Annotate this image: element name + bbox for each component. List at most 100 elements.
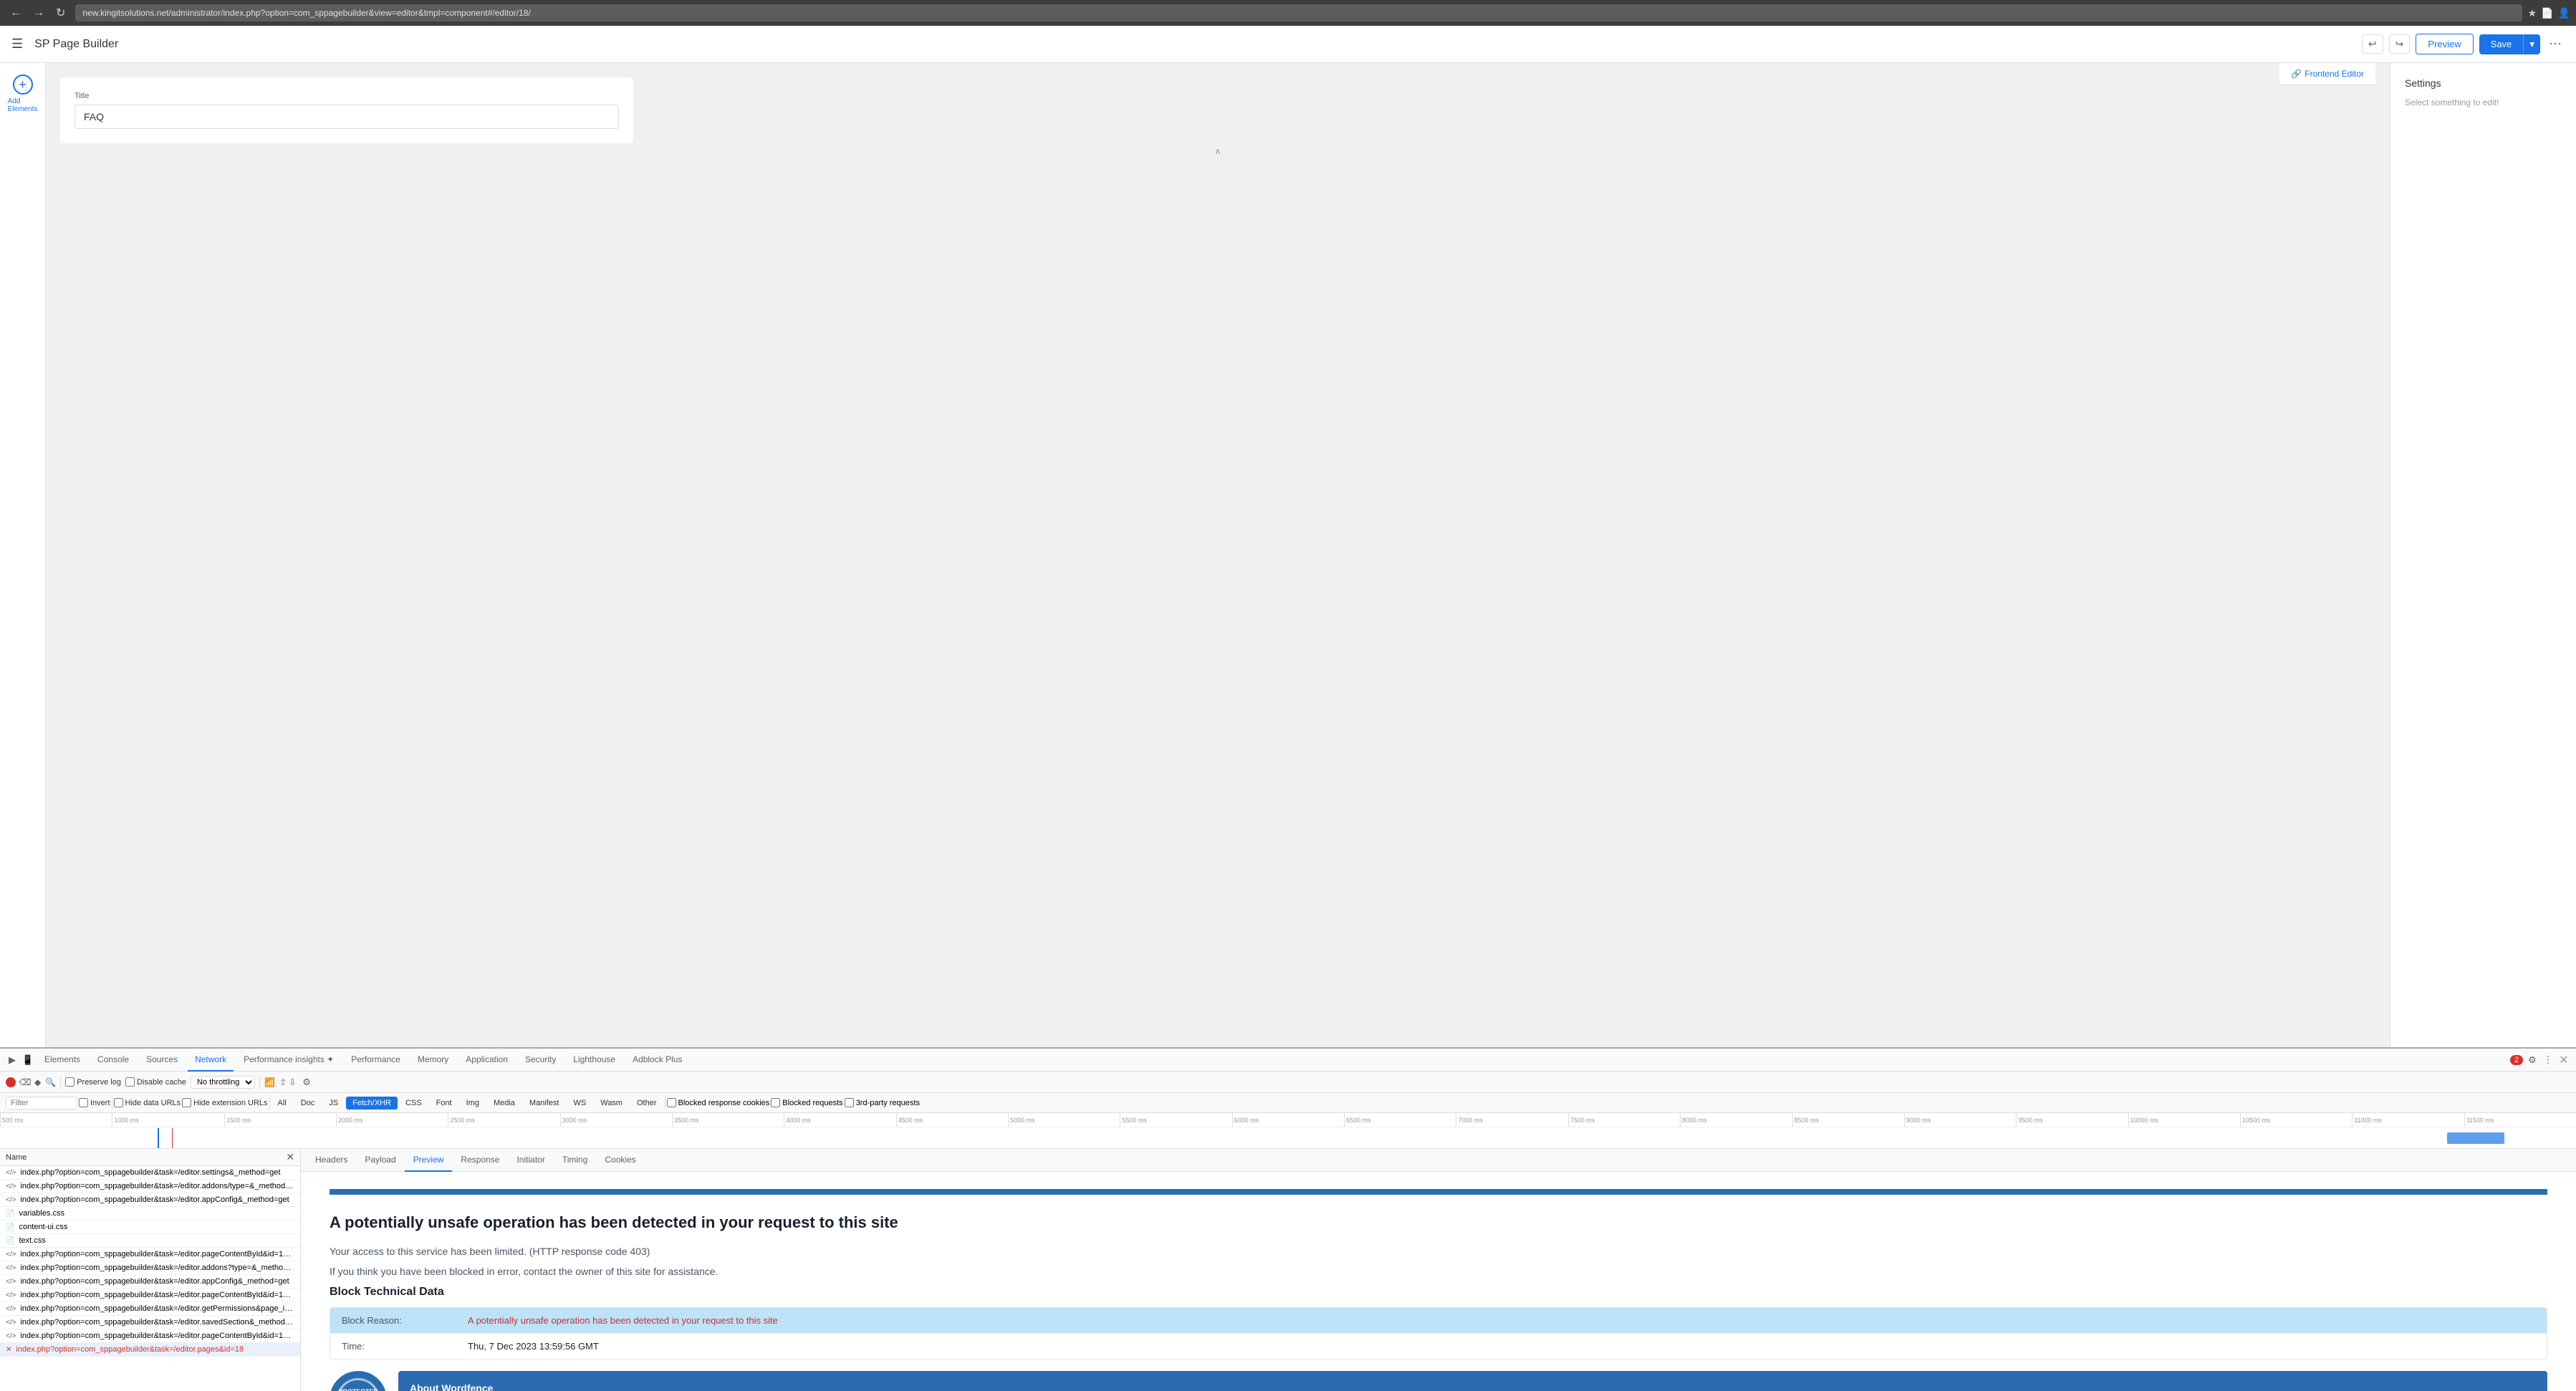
- request-item[interactable]: </> index.php?option=com_sppagebuilder&t…: [0, 1193, 300, 1207]
- request-item[interactable]: 📄 content-ui.css: [0, 1221, 300, 1234]
- more-options-button[interactable]: ⋯: [2546, 34, 2565, 54]
- tab-timing[interactable]: Timing: [554, 1149, 597, 1172]
- device-toggle-icon[interactable]: 📱: [21, 1054, 34, 1067]
- request-name: index.php?option=com_sppagebuilder&task=…: [20, 1264, 294, 1272]
- address-bar[interactable]: new.kingitsolutions.net/administrator/in…: [75, 4, 2522, 21]
- request-item-error-selected[interactable]: ✕ index.php?option=com_sppagebuilder&tas…: [0, 1343, 300, 1357]
- type-font-button[interactable]: Font: [430, 1097, 458, 1110]
- frontend-editor-link[interactable]: 🔗 Frontend Editor: [2291, 69, 2364, 79]
- tab-performance-insights[interactable]: Performance insights ✦: [236, 1049, 341, 1072]
- tab-response[interactable]: Response: [452, 1149, 508, 1172]
- request-name-error: index.php?option=com_sppagebuilder&task=…: [16, 1345, 294, 1354]
- back-button[interactable]: ←: [6, 5, 26, 21]
- hamburger-menu-icon[interactable]: ☰: [11, 37, 23, 52]
- hide-data-urls-checkbox[interactable]: Hide data URLs: [114, 1098, 181, 1107]
- profile-icon[interactable]: 👤: [2558, 7, 2570, 19]
- add-elements-button[interactable]: + AddElements: [8, 74, 38, 113]
- tab-application[interactable]: Application: [458, 1049, 515, 1072]
- throttle-select[interactable]: No throttling: [191, 1076, 255, 1089]
- type-manifest-button[interactable]: Manifest: [523, 1097, 566, 1110]
- filter-icon[interactable]: ◆: [34, 1077, 41, 1087]
- request-item[interactable]: </> index.php?option=com_sppagebuilder&t…: [0, 1248, 300, 1261]
- type-other-button[interactable]: Other: [630, 1097, 663, 1110]
- left-sidebar: + AddElements: [0, 63, 46, 1047]
- wifi-icon[interactable]: 📶: [264, 1077, 275, 1087]
- disable-cache-checkbox[interactable]: Disable cache: [125, 1077, 186, 1087]
- request-name: index.php?option=com_sppagebuilder&task=…: [20, 1318, 294, 1327]
- request-item[interactable]: </> index.php?option=com_sppagebuilder&t…: [0, 1180, 300, 1193]
- download-icon[interactable]: ⇩: [289, 1077, 296, 1087]
- tab-performance[interactable]: Performance: [344, 1049, 408, 1072]
- devtools-close-icon[interactable]: ✕: [2557, 1054, 2570, 1067]
- type-img-button[interactable]: Img: [460, 1097, 486, 1110]
- devtools-more-icon[interactable]: ⋮: [2542, 1054, 2555, 1067]
- search-icon[interactable]: 🔍: [45, 1077, 56, 1087]
- tab-security[interactable]: Security: [518, 1049, 563, 1072]
- third-party-checkbox[interactable]: 3rd-party requests: [845, 1098, 920, 1107]
- forward-button[interactable]: →: [29, 5, 49, 21]
- preserve-log-checkbox[interactable]: Preserve log: [65, 1077, 121, 1087]
- extension-icon[interactable]: 📄: [2541, 7, 2553, 19]
- reload-button[interactable]: ↻: [52, 4, 69, 21]
- save-button[interactable]: Save: [2479, 34, 2524, 54]
- tab-memory[interactable]: Memory: [410, 1049, 456, 1072]
- preview-content: A potentially unsafe operation has been …: [301, 1172, 2576, 1391]
- tick-10500: 10500 ms: [2240, 1113, 2352, 1127]
- clear-button[interactable]: ⌫: [20, 1077, 30, 1087]
- request-item[interactable]: 📄 text.css: [0, 1234, 300, 1248]
- type-fetch-xhr-button[interactable]: Fetch/XHR: [346, 1097, 398, 1110]
- inspect-element-icon[interactable]: ▶: [6, 1054, 19, 1067]
- tab-sources[interactable]: Sources: [139, 1049, 185, 1072]
- type-all-button[interactable]: All: [271, 1097, 293, 1110]
- tick-9500: 9500 ms: [2016, 1113, 2128, 1127]
- block-reason-value: A potentially unsafe operation has been …: [468, 1315, 2535, 1326]
- type-doc-button[interactable]: Doc: [294, 1097, 322, 1110]
- save-dropdown-button[interactable]: ▾: [2523, 34, 2540, 54]
- title-input[interactable]: [75, 105, 619, 129]
- tab-cookies[interactable]: Cookies: [596, 1149, 644, 1172]
- request-name: index.php?option=com_sppagebuilder&task=…: [20, 1304, 294, 1313]
- wordfence-logo-inner: PROTECTEDBYWORDFENCE: [337, 1378, 380, 1391]
- tab-preview[interactable]: Preview: [405, 1149, 453, 1172]
- request-item[interactable]: </> index.php?option=com_sppagebuilder&t…: [0, 1166, 300, 1180]
- type-media-button[interactable]: Media: [487, 1097, 522, 1110]
- type-css-button[interactable]: CSS: [399, 1097, 428, 1110]
- request-item[interactable]: </> index.php?option=com_sppagebuilder&t…: [0, 1316, 300, 1329]
- type-wasm-button[interactable]: Wasm: [594, 1097, 629, 1110]
- tab-payload[interactable]: Payload: [356, 1149, 404, 1172]
- request-item[interactable]: </> index.php?option=com_sppagebuilder&t…: [0, 1275, 300, 1289]
- tab-initiator[interactable]: Initiator: [508, 1149, 553, 1172]
- request-item[interactable]: </> index.php?option=com_sppagebuilder&t…: [0, 1329, 300, 1343]
- preview-button[interactable]: Preview: [2416, 34, 2473, 54]
- type-ws-button[interactable]: WS: [567, 1097, 592, 1110]
- stop-recording-button[interactable]: [6, 1077, 16, 1087]
- redo-button[interactable]: ↪: [2389, 34, 2411, 54]
- tab-headers[interactable]: Headers: [307, 1149, 356, 1172]
- timeline-ruler: 500 ms 1000 ms 1500 ms 2000 ms 2500 ms 3…: [0, 1113, 2576, 1127]
- filter-input[interactable]: [6, 1097, 77, 1110]
- undo-button[interactable]: ↩: [2362, 34, 2383, 54]
- request-item[interactable]: </> index.php?option=com_sppagebuilder&t…: [0, 1289, 300, 1302]
- request-item[interactable]: 📄 variables.css: [0, 1207, 300, 1221]
- request-item[interactable]: </> index.php?option=com_sppagebuilder&t…: [0, 1261, 300, 1275]
- type-js-button[interactable]: JS: [322, 1097, 345, 1110]
- close-preview-icon[interactable]: ✕: [286, 1151, 294, 1163]
- tab-lighthouse[interactable]: Lighthouse: [566, 1049, 623, 1072]
- upload-icon[interactable]: ⇧: [279, 1077, 287, 1087]
- blocked-response-checkbox[interactable]: Blocked response cookies: [667, 1098, 770, 1107]
- collapse-handle[interactable]: ∧: [60, 143, 2375, 159]
- tab-elements[interactable]: Elements: [37, 1049, 87, 1072]
- invert-checkbox[interactable]: Invert: [79, 1098, 110, 1107]
- tab-network[interactable]: Network: [188, 1049, 234, 1072]
- frontend-editor-label: Frontend Editor: [2305, 69, 2364, 79]
- request-type-icon: </>: [6, 1169, 16, 1177]
- network-settings-icon[interactable]: ⚙: [300, 1076, 313, 1089]
- blocked-requests-checkbox[interactable]: Blocked requests: [771, 1098, 842, 1107]
- settings-icon[interactable]: ⚙: [2526, 1054, 2539, 1067]
- hide-extension-urls-checkbox[interactable]: Hide extension URLs: [182, 1098, 267, 1107]
- tab-console[interactable]: Console: [90, 1049, 136, 1072]
- unsafe-heading: A potentially unsafe operation has been …: [330, 1212, 2547, 1234]
- request-item[interactable]: </> index.php?option=com_sppagebuilder&t…: [0, 1302, 300, 1316]
- bookmark-icon[interactable]: ★: [2528, 7, 2537, 19]
- tab-adblock[interactable]: Adblock Plus: [625, 1049, 689, 1072]
